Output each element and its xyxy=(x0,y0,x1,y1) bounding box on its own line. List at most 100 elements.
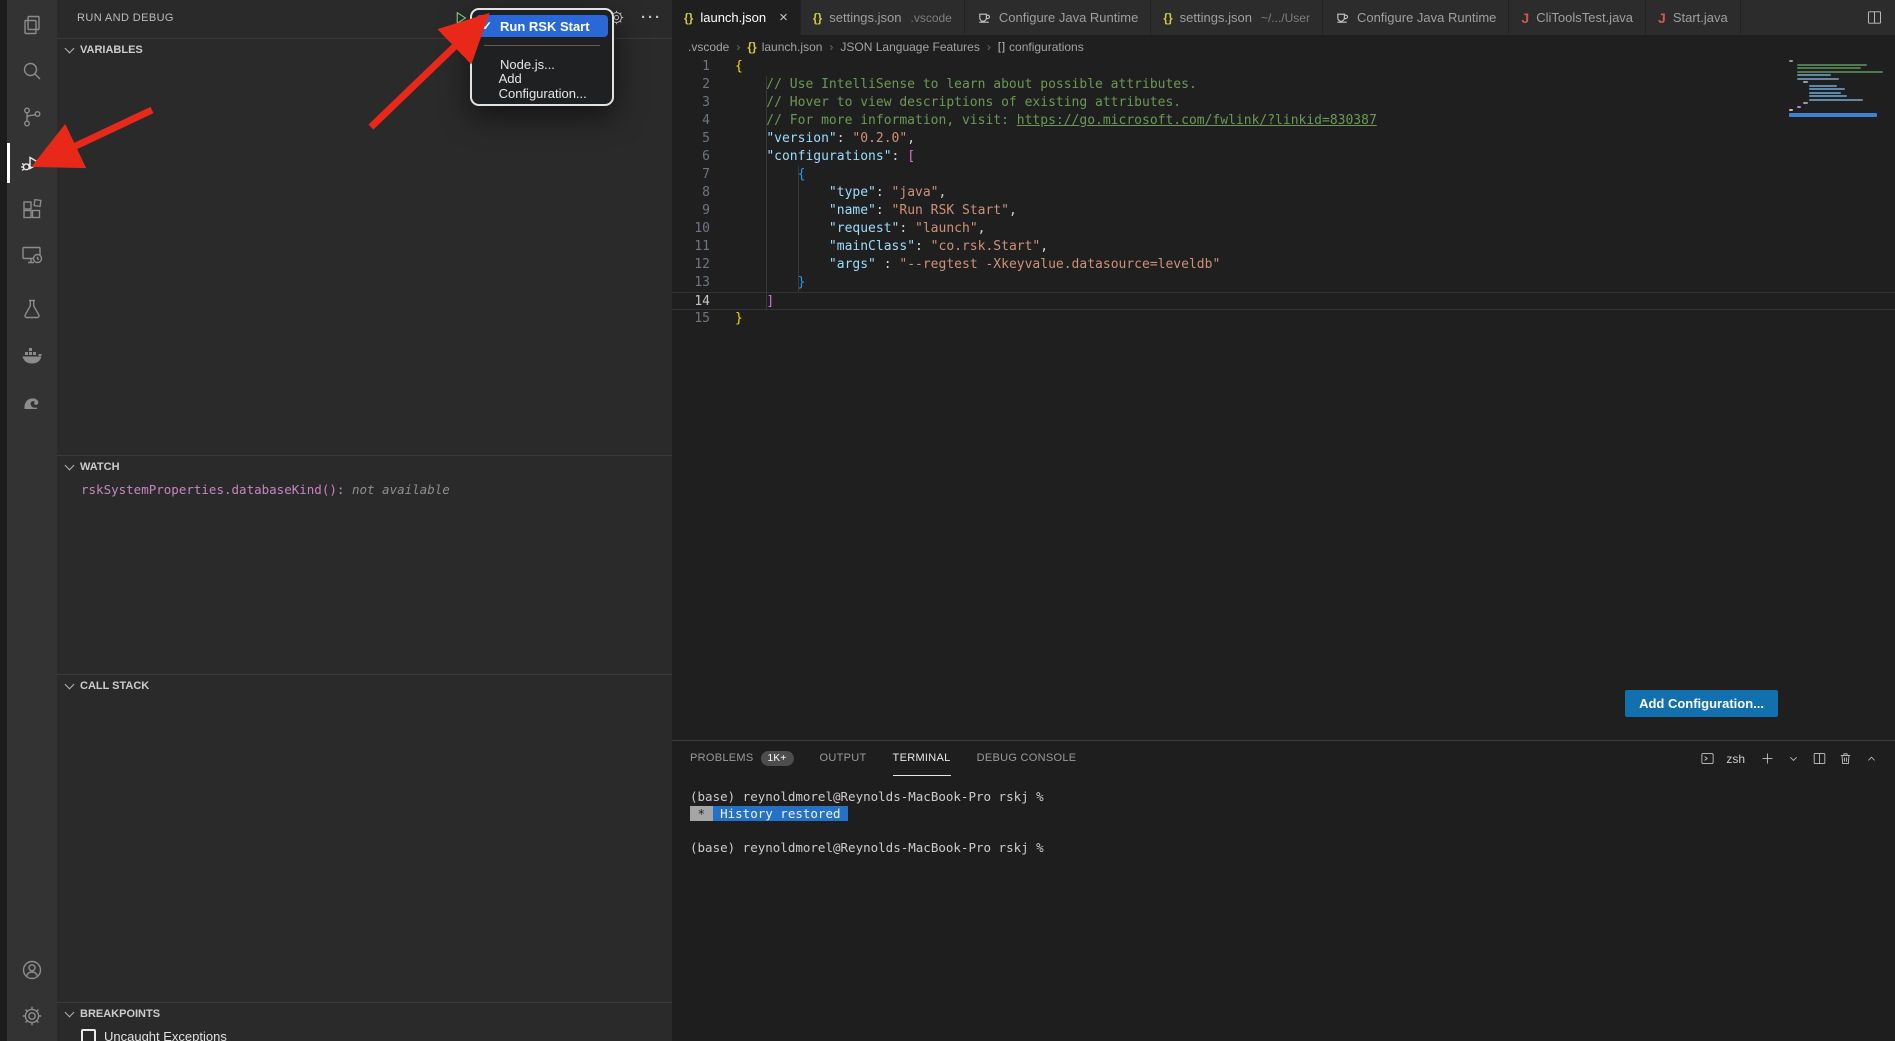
launch-profile-icon[interactable] xyxy=(1700,751,1715,766)
kill-terminal-icon[interactable] xyxy=(1838,751,1853,766)
panel-tab-terminal[interactable]: TERMINAL xyxy=(893,741,951,776)
split-terminal-icon[interactable] xyxy=(1812,751,1827,766)
panel-header: PROBLEMS1K+ OUTPUT TERMINAL DEBUG CONSOLE z… xyxy=(672,741,1895,776)
minimap-line xyxy=(1809,95,1847,97)
tab-configure-java-runtime[interactable]: Configure Java Runtime xyxy=(1323,0,1509,35)
new-terminal-icon[interactable] xyxy=(1760,751,1775,766)
breakpoint-uncaught-exceptions[interactable]: Uncaught Exceptions xyxy=(57,1024,672,1041)
checkmark-icon: ✓ xyxy=(482,19,496,33)
breadcrumb-item-configurations[interactable]: [ ]configurations xyxy=(998,40,1084,54)
panel-tab-problems[interactable]: PROBLEMS1K+ xyxy=(690,741,794,776)
breakpoints-header[interactable]: BREAKPOINTS xyxy=(57,1002,672,1024)
array-file-icon: [ ] xyxy=(998,41,1004,53)
tab-clitoolstest-java[interactable]: JCliToolsTest.java xyxy=(1509,0,1646,35)
code-area[interactable]: 1{2 // Use IntelliSense to learn about p… xyxy=(672,58,1895,740)
java-runtime-file-icon xyxy=(977,10,992,25)
chevron-down-icon xyxy=(65,460,75,470)
line-number: 13 xyxy=(672,274,735,292)
code-line-12[interactable]: 12 "args" : "--regtest -Xkeyvalue.dataso… xyxy=(672,256,1895,274)
more-actions-icon[interactable]: ··· xyxy=(641,9,662,26)
account-icon[interactable] xyxy=(7,947,57,993)
tab-description: ~/.../User xyxy=(1261,11,1310,25)
panel-tab-debug-console[interactable]: DEBUG CONSOLE xyxy=(977,741,1077,776)
code-line-6[interactable]: 6 "configurations": [ xyxy=(672,148,1895,166)
tab-configure-java-runtime[interactable]: Configure Java Runtime xyxy=(965,0,1151,35)
minimap[interactable] xyxy=(1789,60,1881,117)
code-line-13[interactable]: 13 } xyxy=(672,274,1895,292)
menu-item-run-rsk-start[interactable]: ✓Run RSK Start xyxy=(476,15,608,37)
activity-bar-bottom xyxy=(7,947,57,1039)
vscode-window: RUN AND DEBUG ··· VARIABLES WATCH rskSys… xyxy=(0,0,1895,1041)
call-stack-header[interactable]: CALL STACK xyxy=(57,674,672,696)
tab-description: .vscode xyxy=(911,11,952,25)
breadcrumb-item-launch-json[interactable]: {}launch.json xyxy=(747,40,822,54)
line-content: { xyxy=(735,166,805,184)
breakpoint-checkbox[interactable] xyxy=(81,1029,96,1041)
sidebar-header-actions: ··· xyxy=(608,9,662,26)
breadcrumb-separator: › xyxy=(987,40,991,54)
code-line-5[interactable]: 5 "version": "0.2.0", xyxy=(672,130,1895,148)
breakpoint-label: Uncaught Exceptions xyxy=(104,1029,227,1041)
start-debugging-play-icon[interactable] xyxy=(452,9,470,27)
terminal[interactable]: (base) reynoldmorel@Reynolds-MacBook-Pro… xyxy=(672,776,1895,856)
menu-item-add-configuration[interactable]: Add Configuration... xyxy=(476,75,608,97)
split-editor-icon[interactable] xyxy=(1866,9,1883,26)
panel-tab-label: OUTPUT xyxy=(820,752,867,764)
settings-gear-icon[interactable] xyxy=(7,993,57,1039)
line-number: 7 xyxy=(672,166,735,184)
code-line-14[interactable]: 14 ] xyxy=(672,292,1895,310)
tab-start-java[interactable]: JStart.java xyxy=(1646,0,1741,35)
chevron-down-icon xyxy=(65,1007,75,1017)
breadcrumb-label: .vscode xyxy=(688,40,729,54)
gradle-icon[interactable] xyxy=(7,378,57,424)
breadcrumb-item-vscode[interactable]: .vscode xyxy=(688,40,729,54)
code-line-9[interactable]: 9 "name": "Run RSK Start", xyxy=(672,202,1895,220)
panel-actions: zsh xyxy=(1700,741,1879,776)
line-number: 9 xyxy=(672,202,735,220)
code-line-15[interactable]: 15} xyxy=(672,310,1895,328)
line-number: 8 xyxy=(672,184,735,202)
watch-section: WATCH rskSystemProperties.databaseKind()… xyxy=(57,455,672,497)
indent-guide xyxy=(798,166,799,292)
watch-expression-row[interactable]: rskSystemProperties.databaseKind(): not … xyxy=(57,477,672,497)
code-line-10[interactable]: 10 "request": "launch", xyxy=(672,220,1895,238)
add-configuration-button[interactable]: Add Configuration... xyxy=(1625,690,1778,717)
search-icon[interactable] xyxy=(7,48,57,94)
line-number: 5 xyxy=(672,130,735,148)
java-file-icon: J xyxy=(1658,10,1666,26)
java-file-icon: J xyxy=(1521,10,1529,26)
extensions-icon[interactable] xyxy=(7,186,57,232)
minimap-line xyxy=(1789,60,1793,62)
line-content: // For more information, visit: https://… xyxy=(735,112,1377,130)
line-number: 11 xyxy=(672,238,735,256)
code-line-2[interactable]: 2 // Use IntelliSense to learn about pos… xyxy=(672,76,1895,94)
terminal-dropdown-icon[interactable] xyxy=(1786,751,1801,766)
code-line-4[interactable]: 4 // For more information, visit: https:… xyxy=(672,112,1895,130)
code-line-3[interactable]: 3 // Hover to view descriptions of exist… xyxy=(672,94,1895,112)
terminal-line xyxy=(690,822,1895,839)
java-runtime-file-icon xyxy=(1335,10,1350,25)
code-line-1[interactable]: 1{ xyxy=(672,58,1895,76)
panel-tab-label: TERMINAL xyxy=(893,752,951,764)
breadcrumb-item-json-language-features[interactable]: JSON Language Features xyxy=(840,40,979,54)
call-stack-section: CALL STACK xyxy=(57,674,672,696)
explorer-icon[interactable] xyxy=(7,2,57,48)
line-number: 15 xyxy=(672,310,735,328)
panel-tab-output[interactable]: OUTPUT xyxy=(820,741,867,776)
testing-icon[interactable] xyxy=(7,286,57,332)
code-line-8[interactable]: 8 "type": "java", xyxy=(672,184,1895,202)
close-icon[interactable]: × xyxy=(779,10,788,25)
maximize-panel-icon[interactable] xyxy=(1864,751,1879,766)
remote-explorer-icon[interactable] xyxy=(7,232,57,278)
code-line-11[interactable]: 11 "mainClass": "co.rsk.Start", xyxy=(672,238,1895,256)
docker-icon[interactable] xyxy=(7,332,57,378)
tab-settings-json[interactable]: {}settings.json.vscode xyxy=(801,0,965,35)
tab-launch-json[interactable]: {}launch.json× xyxy=(672,0,801,35)
menu-item-label: Add Configuration... xyxy=(499,71,602,101)
code-line-7[interactable]: 7 { xyxy=(672,166,1895,184)
watch-header[interactable]: WATCH xyxy=(57,455,672,477)
source-control-icon[interactable] xyxy=(7,94,57,140)
tab-settings-json[interactable]: {}settings.json~/.../User xyxy=(1151,0,1323,35)
chevron-down-icon xyxy=(65,679,75,689)
run-debug-icon[interactable] xyxy=(7,140,57,186)
